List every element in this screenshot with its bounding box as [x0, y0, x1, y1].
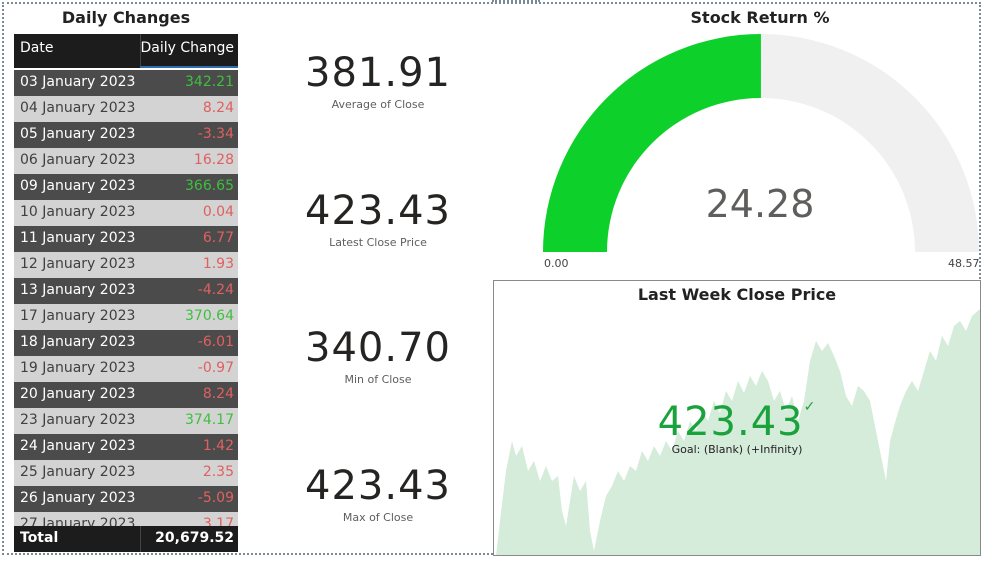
kpi-goal: Goal: (Blank) (+Infinity)	[671, 443, 803, 456]
card-min-close[interactable]: 340.70 Min of Close	[280, 325, 476, 386]
row-date: 24 January 2023	[20, 438, 136, 454]
table-row[interactable]: 23 January 2023 374.17	[14, 408, 238, 434]
table-row[interactable]: 17 January 2023 370.64	[14, 304, 238, 330]
row-date: 26 January 2023	[20, 490, 136, 506]
row-date: 27 January 2023	[20, 516, 136, 526]
row-daily-change: 2.35	[202, 464, 234, 480]
table-row[interactable]: 13 January 2023 -4.24	[14, 278, 238, 304]
row-date: 19 January 2023	[20, 360, 136, 376]
row-date: 23 January 2023	[20, 412, 136, 428]
card-value: 423.43	[305, 463, 451, 509]
row-date: 13 January 2023	[20, 282, 136, 298]
row-date: 18 January 2023	[20, 334, 136, 350]
table-row[interactable]: 27 January 2023 3.17	[14, 512, 238, 526]
table-row[interactable]: 19 January 2023 -0.97	[14, 356, 238, 382]
gauge-min-label: 0.00	[544, 257, 569, 270]
row-daily-change: 370.64	[185, 308, 234, 324]
card-label: Max of Close	[342, 511, 414, 524]
table-row[interactable]: 26 January 2023 -5.09	[14, 486, 238, 512]
row-daily-change: 1.42	[202, 438, 234, 454]
card-max-close[interactable]: 423.43 Max of Close	[280, 463, 476, 524]
table-total-row: Total 20,679.52	[14, 526, 238, 552]
row-daily-change: -4.24	[197, 282, 234, 298]
row-date: 20 January 2023	[20, 386, 136, 402]
check-icon: ✓	[803, 399, 817, 415]
table-row[interactable]: 20 January 2023 8.24	[14, 382, 238, 408]
row-date: 25 January 2023	[20, 464, 136, 480]
total-label: Total	[20, 530, 59, 546]
table-row[interactable]: 24 January 2023 1.42	[14, 434, 238, 460]
gauge-value: 24.28	[705, 182, 815, 226]
row-daily-change: -6.01	[197, 334, 234, 350]
row-daily-change: -5.09	[197, 490, 234, 506]
total-value: 20,679.52	[155, 530, 234, 546]
kpi-title: Last Week Close Price	[637, 285, 837, 304]
row-date: 17 January 2023	[20, 308, 136, 324]
kpi-value-wrap: 423.43✓	[494, 399, 980, 445]
row-daily-change: 3.17	[202, 516, 234, 526]
table-row[interactable]: 25 January 2023 2.35	[14, 460, 238, 486]
row-daily-change: 374.17	[185, 412, 234, 428]
card-value: 340.70	[305, 325, 451, 371]
card-label: Min of Close	[344, 373, 412, 386]
column-divider	[140, 526, 141, 552]
kpi-value: 423.43	[657, 399, 804, 445]
table-row[interactable]: 18 January 2023 -6.01	[14, 330, 238, 356]
stock-return-gauge[interactable]	[0, 0, 985, 270]
row-daily-change: 8.24	[202, 386, 234, 402]
gauge-max-label: 48.57	[948, 257, 980, 270]
row-daily-change: -0.97	[197, 360, 234, 376]
last-week-kpi-card[interactable]: Last Week Close Price 423.43✓ Goal: (Bla…	[493, 280, 981, 556]
